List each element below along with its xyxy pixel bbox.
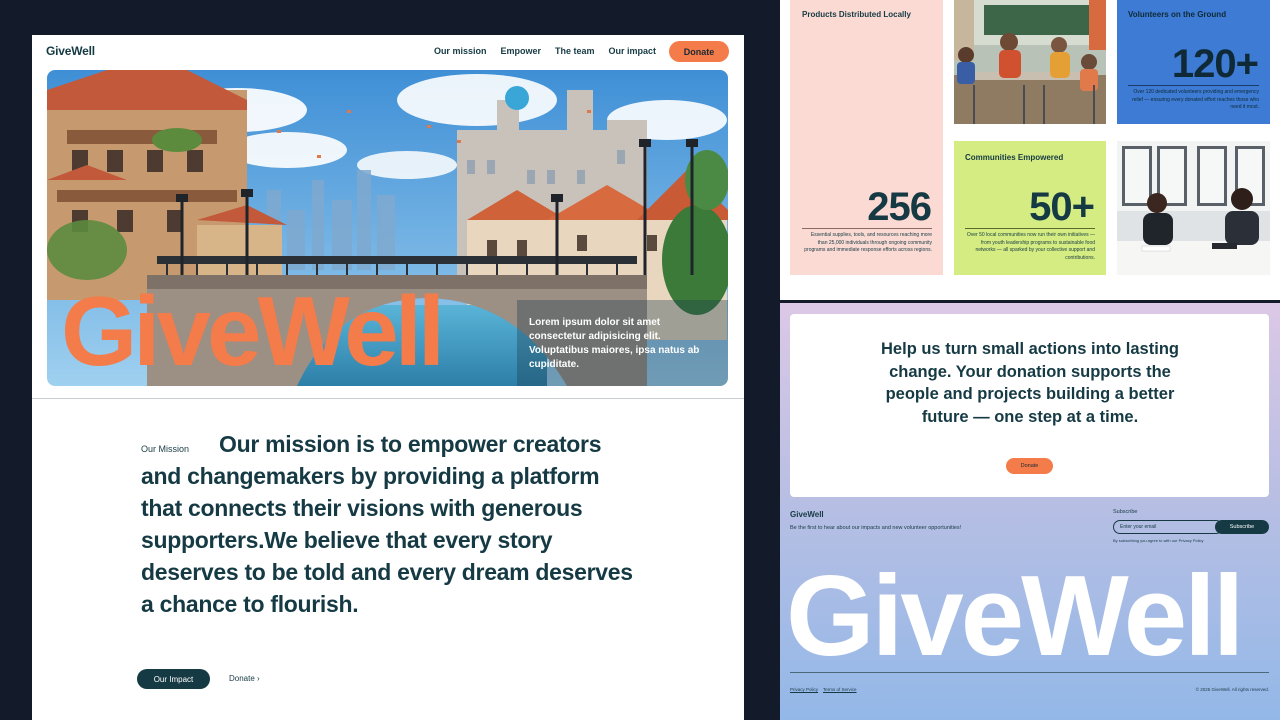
terms-of-service-link[interactable]: Terms of Service (823, 687, 857, 692)
hero-wordmark: GiveWell (61, 276, 445, 386)
stat-title: Products Distributed Locally (802, 10, 911, 19)
cta-donate-button[interactable]: Donate (1006, 458, 1053, 474)
cta-heading: Help us turn small actions into lasting … (881, 340, 1179, 426)
top-nav: GiveWell Our mission Empower The team Ou… (32, 35, 744, 69)
subscribe-label: Subscribe (1113, 509, 1138, 515)
nav-link-empower[interactable]: Empower (500, 46, 541, 56)
stat-card-communities: Communities Empowered 50+ Over 50 local … (954, 141, 1106, 275)
privacy-policy-link[interactable]: Privacy Policy (790, 687, 818, 692)
stat-description: Over 120 dedicated volunteers providing … (1132, 89, 1259, 110)
donate-button[interactable]: Donate (669, 41, 729, 62)
cta-footer-section: Help us turn small actions into lasting … (780, 303, 1280, 720)
stat-divider (1128, 85, 1259, 86)
meeting-photo (1117, 141, 1270, 275)
section-divider (32, 398, 744, 399)
stat-description: Over 50 local communities now run their … (966, 232, 1095, 261)
footer-logo[interactable]: GiveWell (790, 510, 824, 519)
donate-link-label: Donate (229, 674, 255, 683)
mission-label: Our Mission (141, 444, 190, 454)
landing-page-panel: GiveWell Our mission Empower The team Ou… (32, 35, 744, 720)
stats-section: Products Distributed Locally 256 Essenti… (780, 0, 1280, 300)
nav-link-our-mission[interactable]: Our mission (434, 46, 487, 56)
logo[interactable]: GiveWell (46, 44, 95, 58)
hero-caption: Lorem ipsum dolor sit amet consectetur a… (529, 317, 700, 370)
subscribe-note: By subscribing you agree to with our Pri… (1113, 538, 1204, 543)
footer-links: Privacy Policy Terms of Service (790, 687, 857, 692)
footer-divider (790, 672, 1269, 673)
mission-statement: Our mission is to empower creators and c… (141, 431, 633, 617)
email-field[interactable] (1113, 520, 1223, 534)
stat-title: Communities Empowered (965, 153, 1064, 162)
meeting-image (1117, 141, 1270, 275)
cta-card: Help us turn small actions into lasting … (790, 314, 1269, 497)
chevron-right-icon: › (257, 674, 260, 683)
classroom-image (954, 0, 1106, 124)
stat-card-volunteers: Volunteers on the Ground 120+ Over 120 d… (1117, 0, 1270, 124)
stat-divider (965, 228, 1095, 229)
nav-link-the-team[interactable]: The team (555, 46, 595, 56)
stat-value: 256 (867, 185, 932, 229)
stat-value: 120+ (1171, 42, 1259, 86)
stat-card-products: Products Distributed Locally 256 Essenti… (790, 0, 943, 275)
footer-tagline: Be the first to hear about our impacts a… (790, 525, 962, 531)
stat-value: 50+ (1029, 185, 1095, 229)
donate-link[interactable]: Donate › (229, 674, 260, 683)
copyright: © 2025 GiveWell. All rights reserved. (1195, 687, 1269, 692)
stat-divider (802, 228, 932, 229)
nav-links: Our mission Empower The team Our impact (434, 46, 656, 56)
nav-link-our-impact[interactable]: Our impact (608, 46, 656, 56)
our-impact-button[interactable]: Our Impact (137, 669, 210, 689)
footer-wordmark: GiveWell (786, 553, 1244, 680)
stat-description: Essential supplies, tools, and resources… (804, 232, 932, 253)
classroom-photo (954, 0, 1106, 124)
stat-title: Volunteers on the Ground (1128, 10, 1227, 19)
hero-banner: GiveWell Lorem ipsum dolor sit amet cons… (47, 70, 728, 386)
subscribe-button[interactable]: Subscribe (1215, 520, 1269, 534)
